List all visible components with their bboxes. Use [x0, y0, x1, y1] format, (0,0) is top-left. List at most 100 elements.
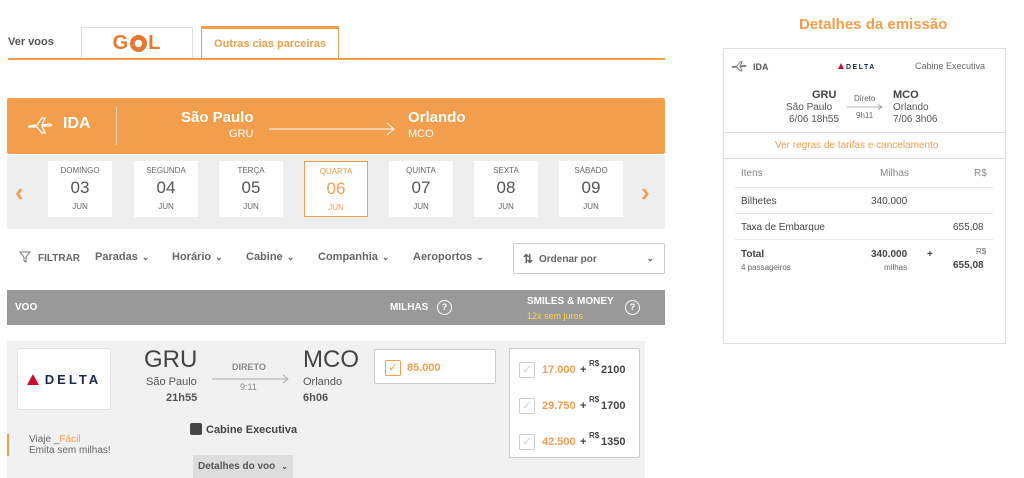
date-sat[interactable]: SÁBADO 09 JUN [559, 161, 623, 217]
viaje-facil-promo[interactable]: Viaje _Fácil Emita sem milhas! [7, 434, 111, 456]
fare-rules-link[interactable]: Ver regras de tarifas e cancelamento [775, 140, 938, 151]
day-number: 07 [411, 178, 431, 197]
month: JUN [413, 202, 429, 211]
filter-horario[interactable]: Horário ⌄ [172, 251, 223, 263]
smiles-option-3[interactable]: ✓ 42.500 + R$ 1350 [510, 423, 639, 459]
option-miles: 42.500 [542, 436, 576, 448]
plus-sign: + [580, 400, 587, 412]
weekday: TERÇA [237, 166, 265, 175]
panel-duration: 9h11 [856, 111, 874, 120]
direction-label: IDA [63, 115, 91, 132]
plane-icon [28, 117, 53, 134]
row-bilhetes-milhas: 340.000 [871, 196, 908, 207]
day-number: 08 [496, 178, 516, 197]
day-number: 03 [70, 178, 90, 197]
divider [723, 158, 1006, 159]
filter-aeroportos[interactable]: Aeroportos ⌄ [413, 251, 484, 263]
delta-logo-icon [838, 63, 844, 69]
smiles-money-options: ✓ 17.000 + R$ 2100 ✓ 29.750 + R$ 1700 ✓ … [509, 348, 640, 458]
plus-sign: + [580, 364, 587, 376]
panel-origin-datetime: 6/06 18h55 [789, 114, 840, 125]
sort-dropdown[interactable]: ⇅ Ordenar por ⌄ [513, 243, 665, 274]
panel-title: Detalhes da emissão [799, 16, 948, 33]
filter-paradas[interactable]: Paradas ⌄ [95, 251, 149, 263]
filter-companhia[interactable]: Companhia ⌄ [318, 251, 389, 263]
smiles-option-1[interactable]: ✓ 17.000 + R$ 2100 [510, 351, 639, 387]
date-thu[interactable]: QUINTA 07 JUN [389, 161, 453, 217]
header-voo: VOO [15, 302, 38, 313]
weekday: SÁBADO [574, 166, 608, 175]
divider [735, 187, 993, 188]
filter-label-aeroportos: Aeroportos [413, 251, 473, 263]
help-icon[interactable]: ? [437, 300, 452, 315]
checkbox-icon[interactable]: ✓ [519, 434, 535, 450]
flight-duration: 9:11 [240, 382, 257, 392]
chevron-down-icon: ⌄ [286, 252, 295, 262]
weekday: QUINTA [406, 166, 436, 175]
col-milhas: Milhas [880, 168, 909, 179]
airline-logo: DELTA [17, 348, 111, 410]
smiles-option-2[interactable]: ✓ 29.750 + R$ 1700 [510, 387, 639, 423]
total-milhas: 340.000 [871, 249, 908, 260]
weekday: QUARTA [319, 167, 353, 176]
checkbox-icon[interactable]: ✓ [519, 362, 535, 378]
panel-dest-datetime: 7/06 3h06 [893, 114, 938, 125]
flight-origin-city: São Paulo [146, 376, 197, 388]
flight-origin-time: 21h55 [166, 392, 198, 404]
panel-dest-city: Orlando [893, 102, 929, 113]
ver-voos-label: Ver voos [8, 36, 54, 48]
filter-label-paradas: Paradas [95, 251, 138, 263]
milhas-option[interactable]: ✓ 85.000 [374, 349, 496, 384]
option-miles: 17.000 [542, 364, 576, 376]
divider [735, 239, 993, 240]
weekday: SEXTA [493, 166, 519, 175]
checkbox-icon[interactable]: ✓ [385, 360, 401, 376]
month: JUN [583, 202, 599, 211]
tab-gol[interactable]: GL [81, 27, 193, 58]
col-rs: R$ [974, 168, 987, 179]
flight-dest-city: Orlando [303, 376, 343, 388]
date-selector: ‹ DOMINGO 03 JUN SEGUNDA 04 JUN TERÇA 05… [7, 155, 665, 229]
date-tue[interactable]: TERÇA 05 JUN [219, 161, 283, 217]
filter-label[interactable]: FILTRAR [38, 253, 80, 264]
help-icon[interactable]: ? [625, 300, 640, 315]
date-wed-selected[interactable]: QUARTA 06 JUN [304, 161, 368, 217]
chevron-down-icon: ⌄ [215, 252, 223, 262]
emita-label: Emita sem milhas! [29, 445, 111, 456]
filter-cabine[interactable]: Cabine ⌄ [246, 251, 294, 263]
date-sun[interactable]: DOMINGO 03 JUN [48, 161, 112, 217]
row-taxa-rs: 655,08 [953, 222, 984, 233]
total-rs-unit: R$ [976, 247, 987, 256]
chevron-down-icon: ⌄ [381, 252, 390, 262]
route-banner: IDA São Paulo GRU Orlando MCO [7, 98, 665, 154]
month: JUN [158, 202, 174, 211]
flight-dest-code: MCO [303, 346, 359, 373]
panel-stop: Direto [854, 94, 876, 103]
day-number: 09 [581, 178, 601, 197]
divider [735, 213, 993, 214]
tab-outras-cias[interactable]: Outras cias parceiras [201, 26, 339, 59]
total-label: Total [741, 249, 765, 260]
airline-name: DELTA [44, 371, 102, 387]
panel-dest-code: MCO [893, 89, 919, 101]
cabin-label: Cabine Executiva [206, 424, 298, 436]
flight-origin-code: GRU [144, 346, 198, 373]
checkbox-icon[interactable]: ✓ [519, 398, 535, 414]
details-label: Detalhes do voo [198, 461, 276, 472]
seat-icon [190, 423, 202, 435]
total-milhas-unit: milhas [884, 263, 908, 272]
date-fri[interactable]: SEXTA 08 JUN [474, 161, 538, 217]
filter-icon[interactable] [19, 251, 31, 263]
dest-code: MCO [408, 128, 434, 140]
date-mon[interactable]: SEGUNDA 04 JUN [134, 161, 198, 217]
flight-details-button[interactable]: Detalhes do voo ⌄ [193, 455, 293, 478]
flight-dest-time: 6h06 [303, 392, 329, 404]
total-plus: + [927, 249, 933, 260]
prev-date-icon[interactable]: ‹ [15, 177, 24, 208]
flight-stops: DIRETO [232, 362, 266, 372]
panel-airline: DELTA [838, 63, 876, 71]
next-date-icon[interactable]: › [641, 177, 650, 208]
chevron-down-icon: ⌄ [141, 252, 150, 262]
route-arrow-icon [847, 104, 883, 110]
dest-city: Orlando [408, 109, 466, 126]
